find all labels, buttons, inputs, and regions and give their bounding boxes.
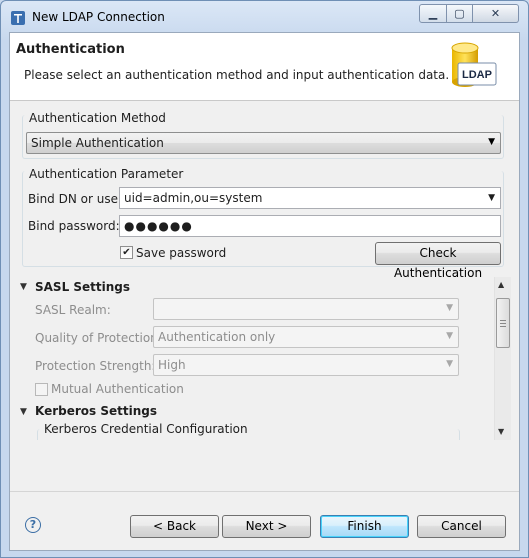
dialog-client-area: Authentication Please select an authenti… [9,32,520,551]
bind-password-input[interactable]: ●●●●●● [119,215,501,237]
ldap-database-icon: LDAP [451,42,497,87]
dropdown-arrow-icon: ▼ [488,137,495,147]
save-password-checkbox[interactable]: ✔ [120,246,133,259]
minimize-button[interactable]: ▁ [419,4,447,23]
auth-param-label: Authentication Parameter [29,167,184,181]
cancel-button[interactable]: Cancel [417,515,506,538]
close-button[interactable]: ✕ [473,4,519,23]
collapse-triangle-icon[interactable]: ▼ [20,407,27,417]
bind-dn-value: uid=admin,ou=system [124,191,263,205]
ldap-logo-text: LDAP [462,69,492,81]
kerberos-settings-title[interactable]: Kerberos Settings [35,404,157,418]
protection-strength-label: Protection Strength: [35,359,156,373]
scrollbar-thumb[interactable] [496,298,510,348]
qop-label: Quality of Protection: [35,331,162,345]
bind-password-label: Bind password: [28,219,120,233]
qop-value: Authentication only [158,330,276,344]
mutual-authentication-checkbox[interactable] [35,383,48,396]
check-authentication-button[interactable]: Check Authentication [375,242,501,280]
dropdown-arrow-icon: ▼ [446,359,453,369]
mutual-authentication-label[interactable]: Mutual Authentication [51,382,184,396]
scroll-up-icon[interactable]: ▲ [498,280,504,289]
dropdown-arrow-icon: ▼ [446,303,453,313]
page-description: Please select an authentication method a… [24,68,450,82]
close-icon: ✕ [490,7,501,20]
bind-dn-label: Bind DN or user: [28,192,127,206]
kerberos-credential-label: Kerberos Credential Configuration [44,422,248,436]
maximize-icon: ▢ [454,7,465,20]
dropdown-arrow-icon: ▼ [446,331,453,341]
title-bar[interactable]: New LDAP Connection ▁ ▢ ✕ [1,1,528,33]
bind-dn-combo[interactable]: uid=admin,ou=system ▼ [119,187,501,209]
dropdown-arrow-icon: ▼ [488,193,495,203]
auth-method-label: Authentication Method [29,111,166,125]
sasl-realm-label: SASL Realm: [35,303,111,317]
minimize-icon: ▁ [428,7,438,20]
sasl-realm-select[interactable]: ▼ [153,298,459,320]
next-button[interactable]: Next > [222,515,311,538]
save-password-label[interactable]: Save password [136,246,226,260]
collapse-triangle-icon[interactable]: ▼ [20,282,27,292]
scroll-down-icon[interactable]: ▼ [498,427,504,436]
wizard-header: Authentication Please select an authenti… [10,33,519,101]
dialog-window: New LDAP Connection ▁ ▢ ✕ Authentication… [0,0,529,558]
bind-password-value: ●●●●●● [124,219,193,233]
window-title: New LDAP Connection [32,10,165,24]
page-title: Authentication [16,42,125,57]
protection-strength-select[interactable]: High ▼ [153,354,459,376]
help-icon[interactable]: ? [25,517,41,533]
auth-method-select[interactable]: Simple Authentication ▼ [26,132,501,154]
advanced-settings-scroll-area: ▼ SASL Settings SASL Realm: ▼ Quality of… [10,277,510,440]
back-button[interactable]: < Back [130,515,219,538]
qop-select[interactable]: Authentication only ▼ [153,326,459,348]
footer-divider [10,491,519,492]
maximize-button[interactable]: ▢ [447,4,473,23]
finish-button[interactable]: Finish [320,515,409,538]
vertical-scrollbar[interactable]: ▲ ▼ [494,277,511,440]
protection-strength-value: High [158,358,186,372]
app-icon [11,11,25,25]
auth-method-value: Simple Authentication [31,136,164,150]
sasl-settings-title[interactable]: SASL Settings [35,280,130,294]
